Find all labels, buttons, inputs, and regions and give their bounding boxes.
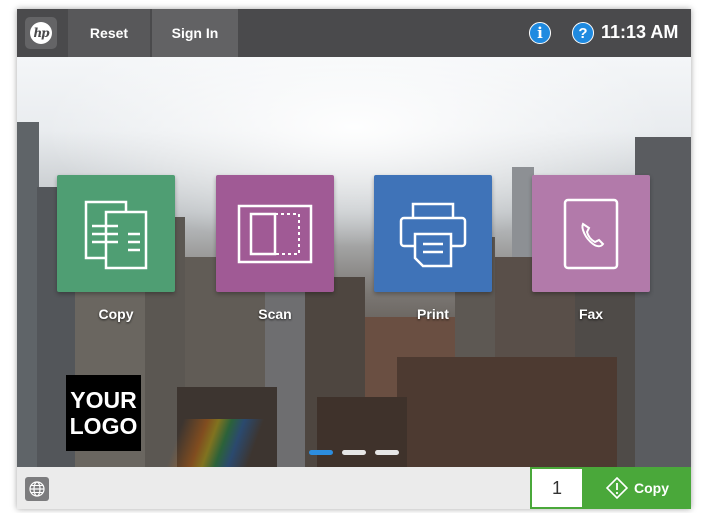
start-copy-label: Copy: [634, 480, 669, 496]
globe-icon: [29, 481, 45, 497]
fax-icon: [563, 198, 619, 269]
fax-app-tile[interactable]: [532, 175, 650, 292]
bottom-bar: 1 Copy: [17, 467, 691, 509]
print-app-label: Print: [417, 306, 449, 322]
print-icon: [399, 202, 467, 267]
sign-in-button[interactable]: Sign In: [152, 9, 238, 57]
home-button[interactable]: hp: [25, 17, 57, 49]
top-bar: hp Reset Sign In i ? 11:13 AM: [17, 9, 691, 57]
page-dot-3[interactable]: [375, 450, 399, 455]
page-dot-1[interactable]: [309, 450, 333, 455]
page-dot-2[interactable]: [342, 450, 366, 455]
info-icon[interactable]: i: [529, 22, 551, 44]
scan-app-tile[interactable]: [216, 175, 334, 292]
logo-line2: LOGO: [69, 413, 138, 439]
start-diamond-icon: [606, 477, 628, 499]
logo-line1: YOUR: [70, 387, 137, 413]
reset-button[interactable]: Reset: [68, 9, 150, 57]
printer-control-panel: hp Reset Sign In i ? 11:13 AM Copy Scan …: [17, 9, 691, 509]
print-app-tile[interactable]: [374, 175, 492, 292]
home-screen: Copy Scan Print Fax YOUR LOGO: [17, 57, 691, 467]
page-indicator: [309, 450, 399, 455]
background-rainbow: [135, 419, 275, 467]
scan-icon: [237, 204, 313, 263]
company-logo: YOUR LOGO: [66, 375, 141, 451]
copy-app-label: Copy: [98, 306, 134, 322]
start-copy-button[interactable]: Copy: [584, 467, 691, 509]
copies-quantity-field[interactable]: 1: [530, 467, 584, 509]
help-icon[interactable]: ?: [572, 22, 594, 44]
copy-icon: [84, 200, 148, 269]
hp-logo-icon: hp: [30, 22, 52, 44]
clock: 11:13 AM: [601, 22, 679, 42]
fax-app-label: Fax: [578, 306, 604, 322]
copy-app-tile[interactable]: [57, 175, 175, 292]
language-button[interactable]: [25, 477, 49, 501]
scan-app-label: Scan: [258, 306, 292, 322]
